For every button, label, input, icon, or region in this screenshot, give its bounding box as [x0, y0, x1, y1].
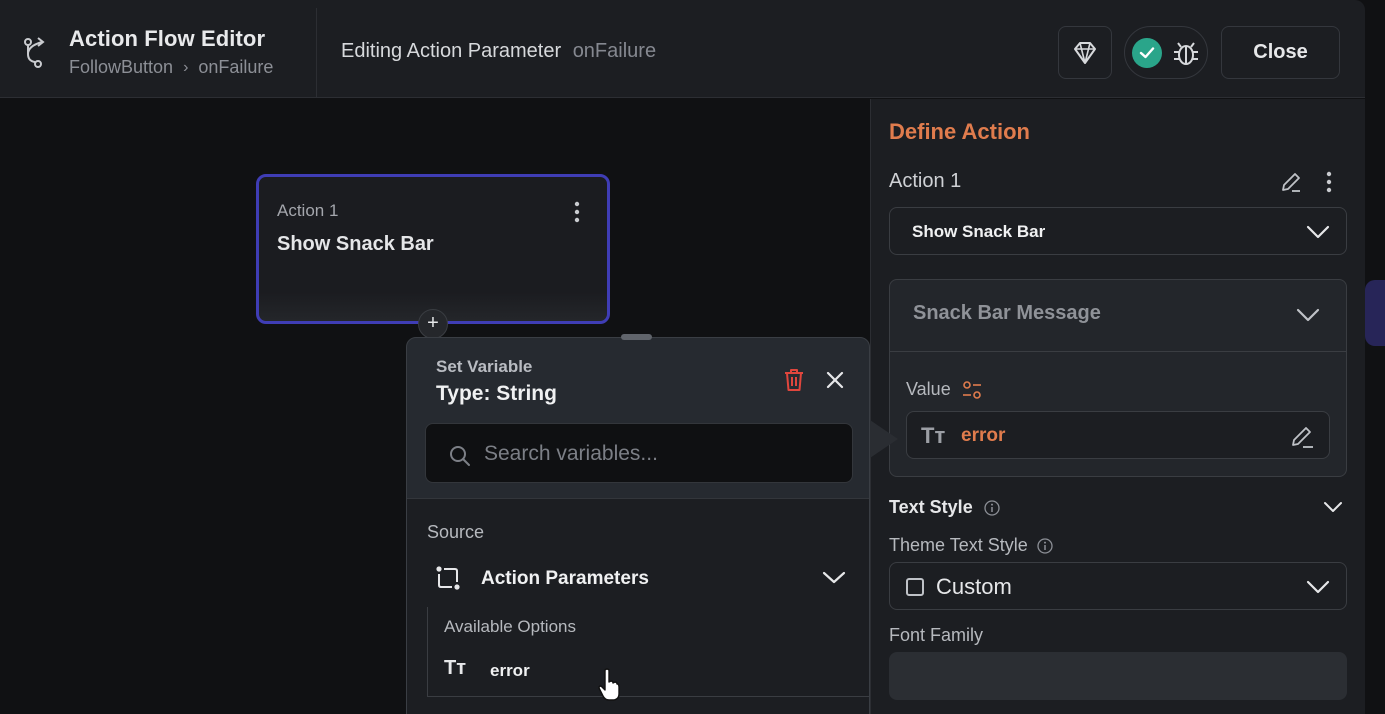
- action-flow-icon: [24, 37, 45, 68]
- value-label: Value: [906, 379, 951, 399]
- trash-icon[interactable]: [783, 368, 805, 392]
- text-type-icon: Tт: [921, 423, 946, 448]
- snack-bar-message-card: Snack Bar Message Value Tт error: [889, 279, 1347, 477]
- breadcrumb: FollowButton › onFailure: [69, 57, 273, 78]
- action-type-select[interactable]: Show Snack Bar: [889, 207, 1347, 255]
- value-text: error: [961, 425, 1006, 446]
- chevron-down-icon: [1306, 225, 1330, 239]
- available-options-label: Available Options: [444, 617, 576, 636]
- action-node[interactable]: Action 1 Show Snack Bar: [256, 174, 610, 324]
- top-bar: Action Flow Editor FollowButton › onFail…: [0, 0, 1365, 98]
- action-node-label: Action 1: [277, 201, 339, 220]
- chevron-down-icon[interactable]: [1321, 499, 1345, 515]
- info-icon[interactable]: [984, 500, 1000, 516]
- search-input[interactable]: [484, 434, 834, 474]
- option-item[interactable]: Tт error: [428, 649, 848, 689]
- more-vertical-icon[interactable]: [1323, 171, 1335, 193]
- editing-label: Editing Action Parameter onFailure: [341, 40, 656, 63]
- chevron-down-icon[interactable]: [821, 567, 847, 587]
- text-style-label: Text Style: [889, 497, 1000, 518]
- chevron-right-icon: ›: [183, 58, 189, 76]
- hand-pointer-cursor-icon: [598, 668, 620, 701]
- source-action-parameters[interactable]: Action Parameters: [407, 559, 869, 603]
- option-name: error: [490, 661, 530, 680]
- chevron-down-icon: [1296, 308, 1320, 322]
- theme-text-style-value: Custom: [936, 574, 1012, 599]
- breadcrumb-item-widget[interactable]: FollowButton: [69, 57, 173, 78]
- popover-drag-handle[interactable]: [621, 334, 652, 340]
- snack-bar-message-header[interactable]: Snack Bar Message: [890, 280, 1346, 352]
- action-node-name: Show Snack Bar: [277, 233, 434, 255]
- edit-icon[interactable]: [1289, 424, 1315, 450]
- text-style-text: Text Style: [889, 497, 973, 517]
- ai-gem-icon: [1074, 41, 1096, 64]
- ai-assist-button[interactable]: [1058, 26, 1112, 79]
- source-name: Action Parameters: [481, 568, 649, 589]
- close-icon[interactable]: [825, 370, 845, 390]
- snack-bar-message-title: Snack Bar Message: [913, 302, 1101, 324]
- breadcrumb-item-trigger[interactable]: onFailure: [198, 57, 273, 78]
- font-family-label: Font Family: [889, 625, 984, 645]
- edge-highlight: [1365, 280, 1385, 346]
- available-options: Available Options Tт error: [427, 607, 869, 697]
- action-parameters-icon: [436, 566, 460, 590]
- variable-search: [425, 423, 853, 483]
- theme-text-style-select[interactable]: Custom: [889, 562, 1347, 610]
- popover-title: Set Variable: [436, 357, 533, 376]
- editing-text: Editing Action Parameter: [341, 40, 562, 62]
- theme-text-style-text: Theme Text Style: [889, 535, 1028, 555]
- add-action-button[interactable]: +: [418, 309, 448, 339]
- edit-icon[interactable]: [1279, 170, 1303, 194]
- text-type-icon: Tт: [444, 657, 467, 679]
- chevron-down-icon: [1306, 580, 1330, 594]
- value-settings-icon[interactable]: [962, 380, 982, 400]
- source-label: Source: [427, 522, 485, 542]
- action-name: Action 1: [889, 170, 962, 192]
- bug-icon[interactable]: [1172, 38, 1200, 68]
- custom-checkbox[interactable]: [906, 578, 924, 596]
- variable-source-section: Source Action Parameters Available Optio…: [407, 498, 869, 714]
- panel-connector-arrow: [870, 420, 898, 458]
- panel-title: Define Action: [889, 119, 1030, 144]
- define-action-panel: Define Action Action 1 Show Snack Bar Sn…: [870, 99, 1365, 714]
- theme-text-style-label: Theme Text Style: [889, 535, 1053, 556]
- status-toggle[interactable]: [1124, 26, 1208, 79]
- check-icon: [1132, 37, 1162, 68]
- info-icon[interactable]: [1037, 538, 1053, 554]
- search-icon: [450, 446, 470, 466]
- popover-type: Type: String: [436, 382, 557, 405]
- app-title: Action Flow Editor: [69, 26, 266, 51]
- value-field[interactable]: Tт error: [906, 411, 1330, 459]
- more-vertical-icon[interactable]: [571, 201, 583, 223]
- editing-param: onFailure: [572, 40, 657, 62]
- action-type-value: Show Snack Bar: [912, 222, 1046, 241]
- header-divider: [316, 8, 317, 98]
- close-button[interactable]: Close: [1221, 26, 1340, 79]
- font-family-select[interactable]: [889, 652, 1347, 700]
- set-variable-popover: Set Variable Type: String Source Action …: [406, 337, 870, 714]
